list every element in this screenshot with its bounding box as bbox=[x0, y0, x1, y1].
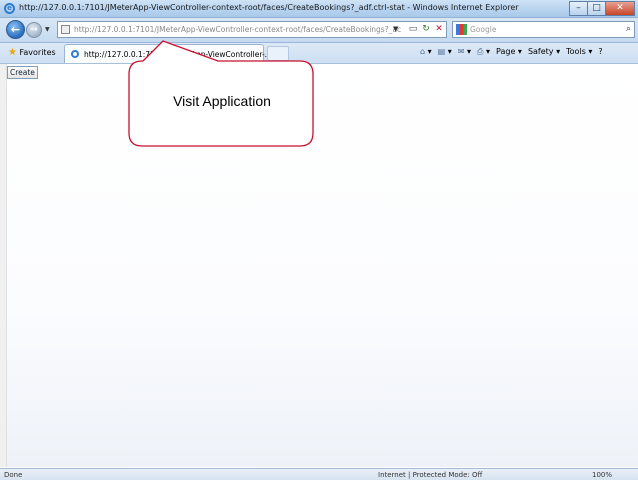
zoom-level[interactable]: 100% bbox=[592, 471, 612, 479]
security-zone[interactable]: Internet | Protected Mode: Off bbox=[378, 471, 482, 479]
callout-text: Visit Application bbox=[173, 93, 271, 109]
status-text: Done bbox=[4, 471, 23, 479]
status-bar: Done Internet | Protected Mode: Off 100% bbox=[0, 468, 638, 480]
callout-annotation bbox=[128, 40, 314, 147]
